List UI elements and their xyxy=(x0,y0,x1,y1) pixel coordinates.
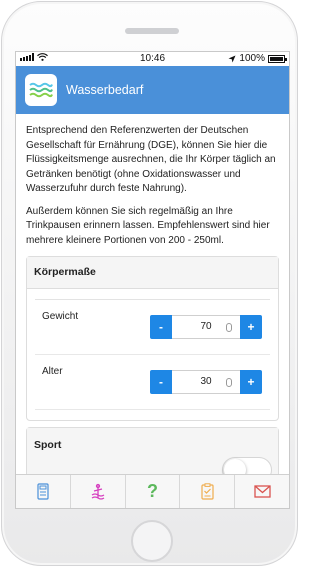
age-increment-button[interactable]: + xyxy=(240,370,262,394)
age-stepper: - 30 + xyxy=(150,370,262,394)
water-waves-icon xyxy=(25,74,57,106)
tab-drinking[interactable] xyxy=(71,475,126,508)
weight-value: 70 xyxy=(200,320,212,332)
weight-decrement-button[interactable]: - xyxy=(150,315,172,339)
main-content: Entsprechend den Referenzwerten der Deut… xyxy=(16,114,289,507)
tab-calculator[interactable] xyxy=(16,475,71,508)
battery-percent: 100% xyxy=(239,53,265,64)
tab-contact[interactable] xyxy=(235,475,289,508)
body-measures-title: Körpermaße xyxy=(27,257,278,289)
body-measures-body: Gewicht - 70 + Alter - 30 + xyxy=(27,289,278,420)
calculator-icon xyxy=(37,483,49,500)
body-measures-list: Gewicht - 70 + Alter - 30 + xyxy=(35,299,270,410)
spinner-icon[interactable] xyxy=(226,323,232,332)
age-row: Alter - 30 + xyxy=(35,355,270,410)
mail-icon xyxy=(253,485,271,498)
bottom-tab-bar: ? xyxy=(16,474,289,508)
weight-stepper: - 70 + xyxy=(150,315,262,339)
clipboard-icon xyxy=(201,483,214,500)
phone-speaker xyxy=(125,28,179,34)
water-glass-icon xyxy=(91,483,105,500)
age-label: Alter xyxy=(42,366,63,377)
screen: 10:46 100% Wasserbedarf Entsprechend den xyxy=(15,51,290,509)
page-title: Wasserbedarf xyxy=(66,83,144,97)
tab-help[interactable]: ? xyxy=(126,475,181,508)
location-arrow-icon xyxy=(228,55,236,62)
age-input[interactable]: 30 xyxy=(172,370,240,394)
weight-input[interactable]: 70 xyxy=(172,315,240,339)
intro-paragraph-2: Außerdem können Sie sich regelmäßig an I… xyxy=(26,205,270,246)
weight-row: Gewicht - 70 + xyxy=(35,300,270,355)
intro-paragraph-1: Entsprechend den Referenzwerten der Deut… xyxy=(26,125,276,194)
status-right: 100% xyxy=(228,53,287,64)
app-header: Wasserbedarf xyxy=(16,66,289,114)
phone-home-button xyxy=(131,520,173,562)
tab-reminder[interactable] xyxy=(180,475,236,508)
age-value: 30 xyxy=(200,375,212,387)
age-decrement-button[interactable]: - xyxy=(150,370,172,394)
body-measures-panel: Körpermaße Gewicht - 70 + Alter - 30 + xyxy=(26,256,279,421)
phone-frame: 10:46 100% Wasserbedarf Entsprechend den xyxy=(1,1,298,566)
battery-icon xyxy=(268,54,287,63)
question-icon: ? xyxy=(146,481,158,501)
weight-label: Gewicht xyxy=(42,311,79,322)
weight-increment-button[interactable]: + xyxy=(240,315,262,339)
status-bar: 10:46 100% xyxy=(16,52,289,66)
spinner-icon[interactable] xyxy=(226,378,232,387)
